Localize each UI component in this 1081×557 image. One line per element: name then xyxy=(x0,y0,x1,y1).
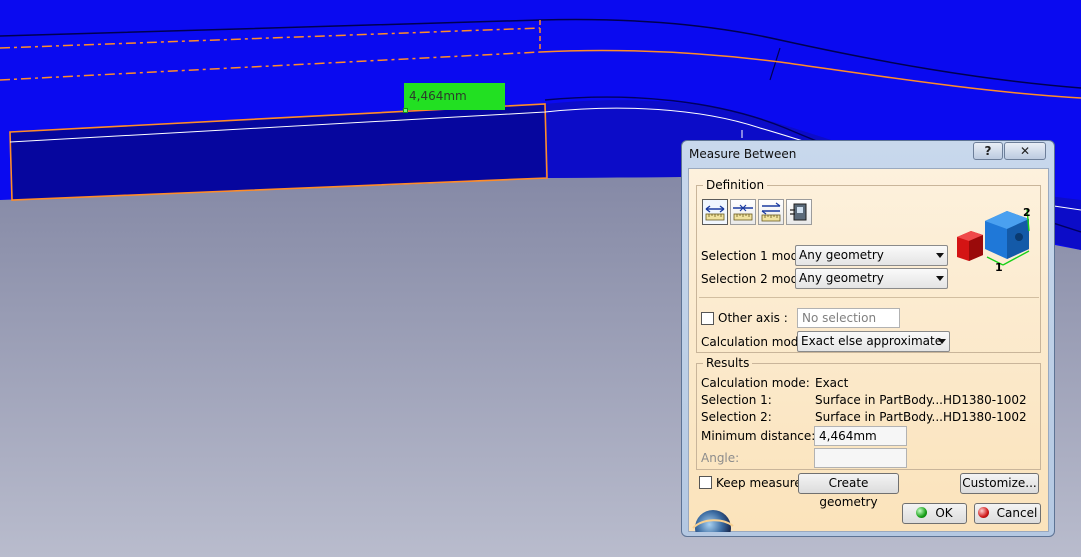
measure-chain-tool[interactable] xyxy=(730,199,756,225)
ok-label: OK xyxy=(935,506,953,520)
calculation-mode-value: Exact else approximate xyxy=(801,334,943,348)
result-label: Selection 2: xyxy=(701,410,772,424)
minimum-distance-label: Minimum distance: xyxy=(701,429,816,443)
angle-field xyxy=(814,448,907,468)
measure-annotation[interactable]: 4,464mm xyxy=(404,83,505,110)
results-legend: Results xyxy=(706,356,750,370)
selection2-mode-value: Any geometry xyxy=(799,271,884,285)
chevron-down-icon xyxy=(938,339,946,344)
measure-between-tool[interactable] xyxy=(702,199,728,225)
angle-label: Angle: xyxy=(701,451,740,465)
ok-button[interactable]: OK xyxy=(902,503,967,524)
other-axis-checkbox[interactable] xyxy=(701,312,714,325)
create-geometry-button[interactable]: Create geometry xyxy=(798,473,899,509)
result-value: Exact xyxy=(815,376,849,390)
calculation-mode-select[interactable]: Exact else approximate xyxy=(797,331,950,352)
chevron-down-icon xyxy=(936,276,944,281)
measure-anchor-point xyxy=(403,108,408,113)
other-axis-field[interactable]: No selection xyxy=(797,308,900,328)
close-button[interactable]: ✕ xyxy=(1004,142,1046,160)
result-label: Calculation mode: xyxy=(701,376,810,390)
selection1-mode-value: Any geometry xyxy=(799,248,884,262)
definition-legend: Definition xyxy=(706,178,765,192)
result-label: Selection 1: xyxy=(701,393,772,407)
measure-between-dialog: Measure Between ? ✕ Definition 1 2 Selec… xyxy=(681,140,1055,537)
divider xyxy=(699,297,1039,298)
title-bar[interactable]: Measure Between ? ✕ xyxy=(682,141,1054,167)
svg-text:1: 1 xyxy=(995,261,1003,273)
measure-fan-icon xyxy=(761,202,781,222)
svg-text:2: 2 xyxy=(1023,206,1031,219)
minimum-distance-field: 4,464mm xyxy=(814,426,907,446)
measure-chain-icon xyxy=(733,204,753,221)
cancel-icon xyxy=(977,507,989,518)
result-value: Surface in PartBody...HD1380-1002 xyxy=(815,393,1027,407)
measure-fan-tool[interactable] xyxy=(758,199,784,225)
selection1-mode-select[interactable]: Any geometry xyxy=(795,245,948,266)
dialog-client-area: Definition 1 2 Selection 1 mode: Any geo… xyxy=(688,168,1049,532)
result-value: Surface in PartBody...HD1380-1002 xyxy=(815,410,1027,424)
calculation-mode-label: Calculation mode: xyxy=(701,335,810,349)
selection2-mode-select[interactable]: Any geometry xyxy=(795,268,948,289)
measure-item-icon xyxy=(790,203,807,221)
cancel-label: Cancel xyxy=(996,506,1038,520)
chevron-down-icon xyxy=(936,253,944,258)
catia-logo-icon xyxy=(692,510,734,532)
dialog-title: Measure Between xyxy=(689,147,797,161)
customize-button[interactable]: Customize... xyxy=(960,473,1039,494)
selection1-mode-label: Selection 1 mode: xyxy=(701,249,810,263)
cancel-button[interactable]: Cancel xyxy=(974,503,1041,524)
ok-icon xyxy=(916,507,928,518)
measure-item-tool[interactable] xyxy=(786,199,812,225)
measure-illustration-icon: 1 2 xyxy=(957,206,1031,273)
keep-measure-label: Keep measure xyxy=(716,476,802,490)
help-button[interactable]: ? xyxy=(973,142,1003,160)
measure-between-icon xyxy=(705,205,725,221)
selection2-mode-label: Selection 2 mode: xyxy=(701,272,810,286)
other-axis-label: Other axis : xyxy=(718,311,788,325)
keep-measure-checkbox[interactable] xyxy=(699,476,712,489)
